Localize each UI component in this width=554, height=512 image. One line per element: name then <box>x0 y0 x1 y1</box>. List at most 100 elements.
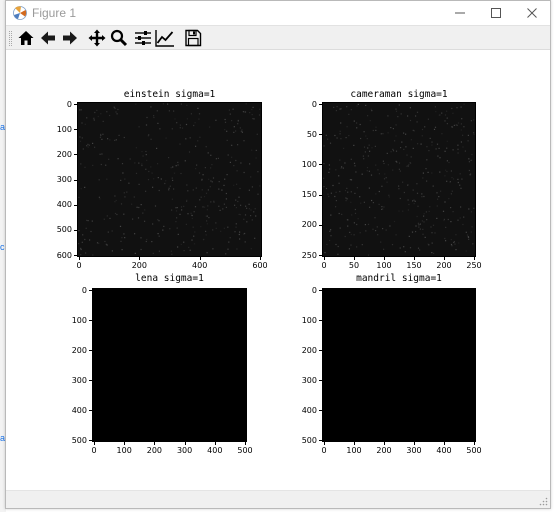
mandril-x-tick <box>474 442 475 445</box>
cameraman-y-tick-label: 150 <box>301 190 317 200</box>
cameraman-y-tick <box>319 104 322 105</box>
cameraman-x-tick <box>324 257 325 260</box>
customize-button[interactable] <box>154 28 176 48</box>
maximize-button[interactable] <box>478 1 514 25</box>
maximize-icon <box>491 8 501 18</box>
cameraman-x-tick <box>354 257 355 260</box>
toolbar-grip[interactable] <box>9 31 12 46</box>
home-button[interactable] <box>15 28 37 48</box>
einstein-y-tick-label: 300 <box>56 175 72 184</box>
mandril-x-tick-label: 300 <box>406 446 422 455</box>
cameraman-image <box>323 103 475 256</box>
einstein-image-axes[interactable] <box>77 102 262 257</box>
save-button[interactable] <box>182 28 204 48</box>
cameraman-x-tick-label: 250 <box>466 261 482 270</box>
close-icon <box>527 8 537 18</box>
mandril-x-tick <box>324 442 325 445</box>
mandril-x-tick <box>354 442 355 445</box>
arrow-left-icon <box>41 31 55 45</box>
lena-x-tick-label: 500 <box>237 446 253 455</box>
mandril-y-tick <box>319 350 322 351</box>
einstein-x-tick-label: 400 <box>192 261 208 270</box>
lena-x-tick-label: 100 <box>116 446 132 455</box>
einstein-subplot-title: einstein sigma=1 <box>123 89 216 100</box>
mandril-image-axes[interactable] <box>322 288 476 442</box>
minimize-icon <box>455 12 465 14</box>
lena-x-tick-label: 300 <box>176 446 193 455</box>
lena-y-tick <box>89 320 92 321</box>
cameraman-y-tick-label: 0 <box>311 99 317 109</box>
mandril-x-tick-label: 0 <box>321 446 327 455</box>
lena-y-tick <box>89 290 92 291</box>
cameraman-y-tick-label: 200 <box>301 220 317 230</box>
line-chart-icon <box>155 30 174 47</box>
mandril-subplot-title: mandril sigma=1 <box>356 273 442 284</box>
mandril-y-tick-label: 400 <box>301 405 317 415</box>
move-icon <box>88 29 106 47</box>
lena-y-tick-label: 500 <box>71 435 87 445</box>
matplotlib-app-icon <box>12 5 28 21</box>
cameraman-y-tick <box>319 134 322 136</box>
lena-x-tick <box>245 442 246 445</box>
einstein-y-tick <box>74 255 77 256</box>
lena-y-tick-label: 100 <box>71 315 87 325</box>
lena-x-tick-label: 400 <box>207 446 223 455</box>
einstein-y-tick <box>74 204 77 206</box>
mandril-x-tick <box>414 442 415 445</box>
floppy-disk-icon <box>185 29 202 47</box>
arrow-right-icon <box>63 31 77 45</box>
lena-y-tick-label: 400 <box>71 405 87 415</box>
mandril-y-tick <box>319 290 322 291</box>
cameraman-image-axes[interactable] <box>322 102 476 257</box>
lena-x-tick-label: 200 <box>146 446 163 455</box>
lena-x-tick <box>154 442 156 445</box>
cameraman-x-tick <box>384 257 385 260</box>
mandril-y-tick <box>319 320 322 321</box>
cameraman-x-tick <box>414 257 415 260</box>
mandril-y-tick <box>319 410 322 411</box>
zoom-button[interactable] <box>108 28 130 48</box>
lena-y-tick <box>89 380 92 381</box>
title-bar[interactable]: Figure 1 <box>6 1 550 25</box>
status-bar <box>6 490 550 508</box>
einstein-x-tick <box>79 257 80 260</box>
mandril-x-tick <box>384 442 385 445</box>
einstein-x-tick-label: 600 <box>252 261 268 270</box>
forward-button[interactable] <box>59 28 81 48</box>
lena-y-tick <box>89 410 92 411</box>
lena-subplot-title: lena sigma=1 <box>135 273 204 284</box>
figure-canvas[interactable]: einstein sigma=1 0 100 200 300 400 500 600 0 200 4… <box>6 50 550 490</box>
cameraman-y-tick-label: 100 <box>301 159 317 169</box>
einstein-x-tick <box>260 257 261 260</box>
lena-y-tick <box>89 350 92 351</box>
mandril-y-tick-label: 200 <box>301 345 317 355</box>
mandril-y-tick-label: 100 <box>301 315 317 325</box>
einstein-y-tick <box>74 154 77 156</box>
pan-button[interactable] <box>86 28 108 48</box>
cameraman-y-tick <box>319 194 322 196</box>
lena-x-tick <box>94 442 95 445</box>
einstein-y-tick-label: 200 <box>56 149 72 159</box>
lena-x-tick <box>124 442 126 445</box>
cameraman-y-tick <box>319 164 322 166</box>
mandril-image <box>323 289 475 441</box>
mandril-y-tick-label: 300 <box>301 375 317 385</box>
cameraman-x-tick-label: 50 <box>348 261 360 270</box>
figure-window: Figure 1 einstein sigma=1 0 100 200 300 … <box>5 0 551 509</box>
resize-grip-icon[interactable] <box>538 496 548 506</box>
mandril-x-tick <box>444 442 445 445</box>
minimize-button[interactable] <box>442 1 478 25</box>
lena-image-axes[interactable] <box>92 288 247 442</box>
subplots-button[interactable] <box>132 28 154 48</box>
cameraman-x-tick <box>474 257 475 260</box>
back-button[interactable] <box>37 28 59 48</box>
lena-image <box>93 289 246 441</box>
mandril-y-tick-label: 500 <box>301 435 317 445</box>
mandril-x-tick-label: 400 <box>436 446 452 455</box>
close-button[interactable] <box>514 1 550 25</box>
cameraman-x-tick-label: 100 <box>376 261 392 270</box>
cameraman-subplot-title: cameraman sigma=1 <box>350 89 448 100</box>
lena-y-tick-label: 200 <box>71 345 87 355</box>
einstein-x-tick-label: 200 <box>131 261 147 270</box>
mandril-y-tick <box>319 380 322 381</box>
